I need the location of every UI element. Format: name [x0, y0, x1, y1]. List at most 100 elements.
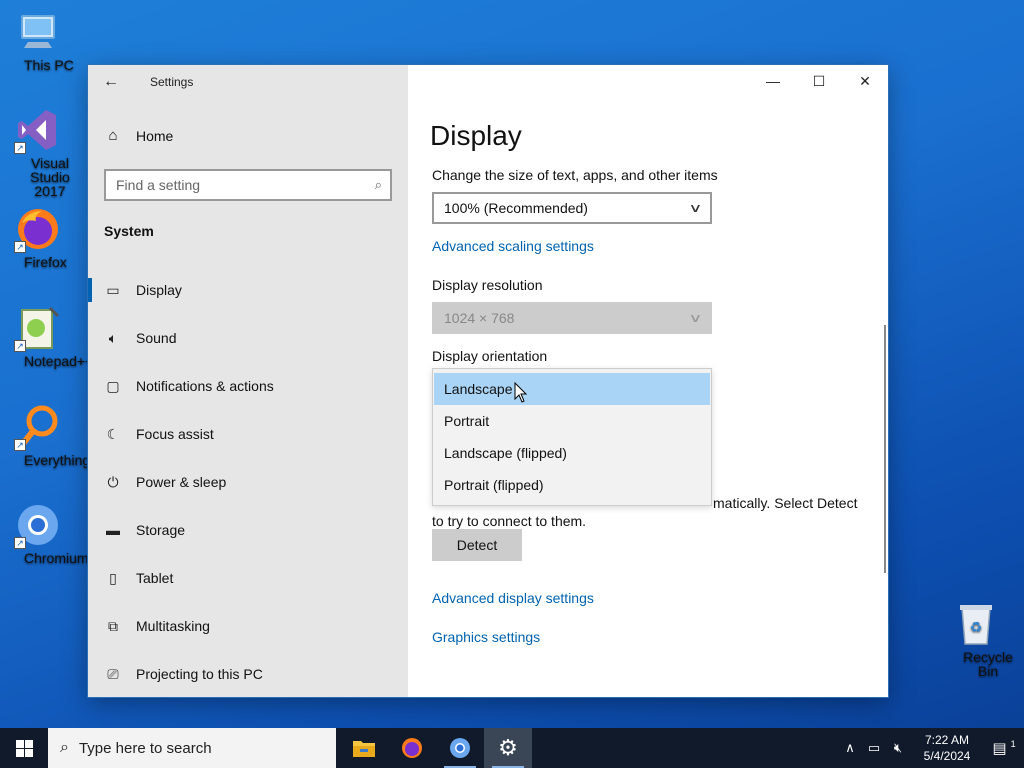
sidebar-item-label: Focus assist	[136, 426, 214, 442]
content-scrollbar[interactable]	[884, 325, 886, 573]
sidebar-item-display[interactable]: ▭ Display	[88, 266, 408, 314]
desktop-icon-label: This PC	[24, 57, 74, 73]
monitor-icon: ▭	[106, 281, 120, 298]
start-button[interactable]	[0, 728, 48, 768]
back-button[interactable]: ←	[88, 65, 134, 99]
storage-icon: ▬	[106, 522, 120, 538]
folder-icon	[353, 741, 375, 757]
recycle-bin-icon: ♻	[952, 600, 1000, 648]
desktop-icon-label: Visual Studio 2017	[30, 155, 70, 199]
sidebar-item-focus-assist[interactable]: ☾ Focus assist	[88, 410, 408, 458]
sidebar-item-multitasking[interactable]: ⧉ Multitasking	[88, 602, 408, 650]
desktop-icon-everything[interactable]: ↗ Everything	[0, 403, 90, 467]
advanced-scaling-link[interactable]: Advanced scaling settings	[432, 238, 594, 254]
minimize-icon: —	[766, 73, 780, 89]
firefox-icon	[402, 738, 422, 758]
windows-logo-icon	[15, 739, 33, 757]
notification-icon: ▤	[992, 740, 1007, 757]
projector-icon: ⎚	[107, 665, 119, 682]
desktop-icon-label: Recycle Bin	[963, 649, 1013, 679]
desktop-icon-recycle-bin[interactable]: ♻ Recycle Bin	[938, 600, 1014, 678]
sidebar-item-label: Notifications & actions	[136, 378, 274, 394]
close-icon: ✕	[859, 72, 871, 89]
network-icon[interactable]: ▭	[862, 740, 886, 756]
taskbar-app-firefox[interactable]	[388, 728, 436, 768]
chromium-icon	[450, 738, 470, 758]
sidebar-item-label: Storage	[136, 522, 186, 538]
scale-select[interactable]: 100% (Recommended) ∨	[432, 192, 712, 224]
svg-text:♻: ♻	[970, 619, 983, 635]
orientation-option-landscape-flipped[interactable]: Landscape (flipped)	[434, 437, 710, 469]
clock-date: 5/4/2024	[923, 749, 971, 763]
desktop-icon-visual-studio[interactable]: ↗ Visual Studio 2017	[0, 106, 76, 198]
detect-button[interactable]: Detect	[432, 529, 522, 561]
firefox-icon: ↗	[14, 205, 62, 253]
desktop-icon-this-pc[interactable]: This PC	[0, 8, 76, 72]
sidebar-item-notifications[interactable]: ▢ Notifications & actions	[88, 362, 408, 410]
orientation-label: Display orientation	[432, 348, 548, 364]
maximize-icon: ☐	[812, 72, 826, 89]
chromium-icon: ↗	[14, 501, 62, 549]
clock[interactable]: 7:22 AM 5/4/2024	[910, 732, 984, 764]
detect-text-line2: to try to connect to them.	[432, 513, 587, 529]
volume-muted-icon[interactable]: 🔇︎	[886, 740, 910, 756]
sidebar-item-storage[interactable]: ▬ Storage	[88, 506, 408, 554]
chevron-down-icon: ∨	[688, 311, 703, 325]
desktop-icon-firefox[interactable]: ↗ Firefox	[0, 205, 76, 269]
taskbar-search[interactable]: ⌕ Type here to search	[48, 728, 336, 768]
settings-sidebar: ← Settings ⌂ Home ⌕ System ▭ Display 🔈︎ …	[88, 65, 408, 697]
system-tray: ∧ ▭ 🔇︎ 7:22 AM 5/4/2024 ▤ 1	[838, 728, 1024, 768]
window-title: Settings	[150, 75, 194, 89]
sidebar-item-label: Sound	[136, 330, 177, 346]
search-icon: ⌕	[60, 739, 69, 756]
moon-icon: ☾	[106, 425, 120, 442]
find-setting-search[interactable]: ⌕	[104, 169, 392, 201]
taskbar-search-placeholder: Type here to search	[78, 739, 212, 757]
taskbar-app-settings[interactable]: ⚙	[484, 728, 532, 768]
sidebar-nav: ▭ Display 🔈︎ Sound ▢ Notifications & act…	[88, 266, 408, 697]
maximize-button[interactable]: ☐	[796, 65, 842, 97]
search-input[interactable]	[116, 177, 375, 193]
notification-icon: ▢	[106, 377, 120, 394]
sidebar-item-sound[interactable]: 🔈︎ Sound	[88, 314, 408, 362]
resolution-value: 1024 × 768	[444, 310, 515, 326]
taskbar-app-chromium[interactable]	[436, 728, 484, 768]
taskbar: ⌕ Type here to search ⚙ ∧ ▭ 🔇︎ 7:22 AM 5…	[0, 728, 1024, 768]
notification-count: 1	[1010, 739, 1016, 749]
mouse-cursor-icon	[514, 382, 528, 403]
home-icon: ⌂	[108, 127, 118, 144]
chevron-up-icon[interactable]: ∧	[838, 740, 862, 756]
desktop-icon-chromium[interactable]: ↗ Chromium	[0, 501, 89, 565]
taskbar-app-file-explorer[interactable]	[340, 728, 388, 768]
orientation-option-landscape[interactable]: Landscape	[434, 373, 710, 405]
notepadpp-icon: ↗	[14, 304, 62, 352]
orientation-option-portrait[interactable]: Portrait	[434, 405, 710, 437]
advanced-display-link[interactable]: Advanced display settings	[432, 590, 594, 606]
multitasking-icon: ⧉	[108, 617, 118, 634]
desktop-icon-label: Notepad++	[24, 353, 94, 369]
page-title: Display	[430, 120, 522, 151]
desktop-icon-label: Firefox	[24, 254, 67, 270]
sidebar-item-label: Power & sleep	[136, 474, 227, 490]
section-title: System	[104, 223, 154, 239]
sidebar-item-power-sleep[interactable]: ⏻ Power & sleep	[88, 458, 408, 506]
minimize-button[interactable]: —	[750, 65, 796, 97]
tablet-icon: ▯	[109, 569, 117, 586]
sidebar-item-tablet[interactable]: ▯ Tablet	[88, 554, 408, 602]
chevron-down-icon: ∨	[688, 201, 703, 215]
back-arrow-icon: ←	[103, 73, 119, 90]
sidebar-item-label: Projecting to this PC	[136, 666, 263, 682]
resolution-select[interactable]: 1024 × 768 ∨	[432, 302, 712, 334]
orientation-option-portrait-flipped[interactable]: Portrait (flipped)	[434, 469, 710, 501]
sidebar-home[interactable]: ⌂ Home	[104, 127, 173, 144]
close-button[interactable]: ✕	[842, 65, 888, 97]
sidebar-item-projecting[interactable]: ⎚ Projecting to this PC	[88, 650, 408, 697]
computer-icon	[14, 8, 62, 56]
orientation-dropdown[interactable]: Landscape Portrait Landscape (flipped) P…	[432, 368, 712, 506]
clock-time: 7:22 AM	[924, 733, 970, 747]
search-icon[interactable]: ⌕	[375, 177, 382, 193]
desktop-icon-notepadpp[interactable]: ↗ Notepad++	[0, 304, 93, 368]
home-label: Home	[136, 127, 174, 144]
graphics-settings-link[interactable]: Graphics settings	[432, 629, 540, 645]
action-center-button[interactable]: ▤ 1	[984, 739, 1024, 757]
